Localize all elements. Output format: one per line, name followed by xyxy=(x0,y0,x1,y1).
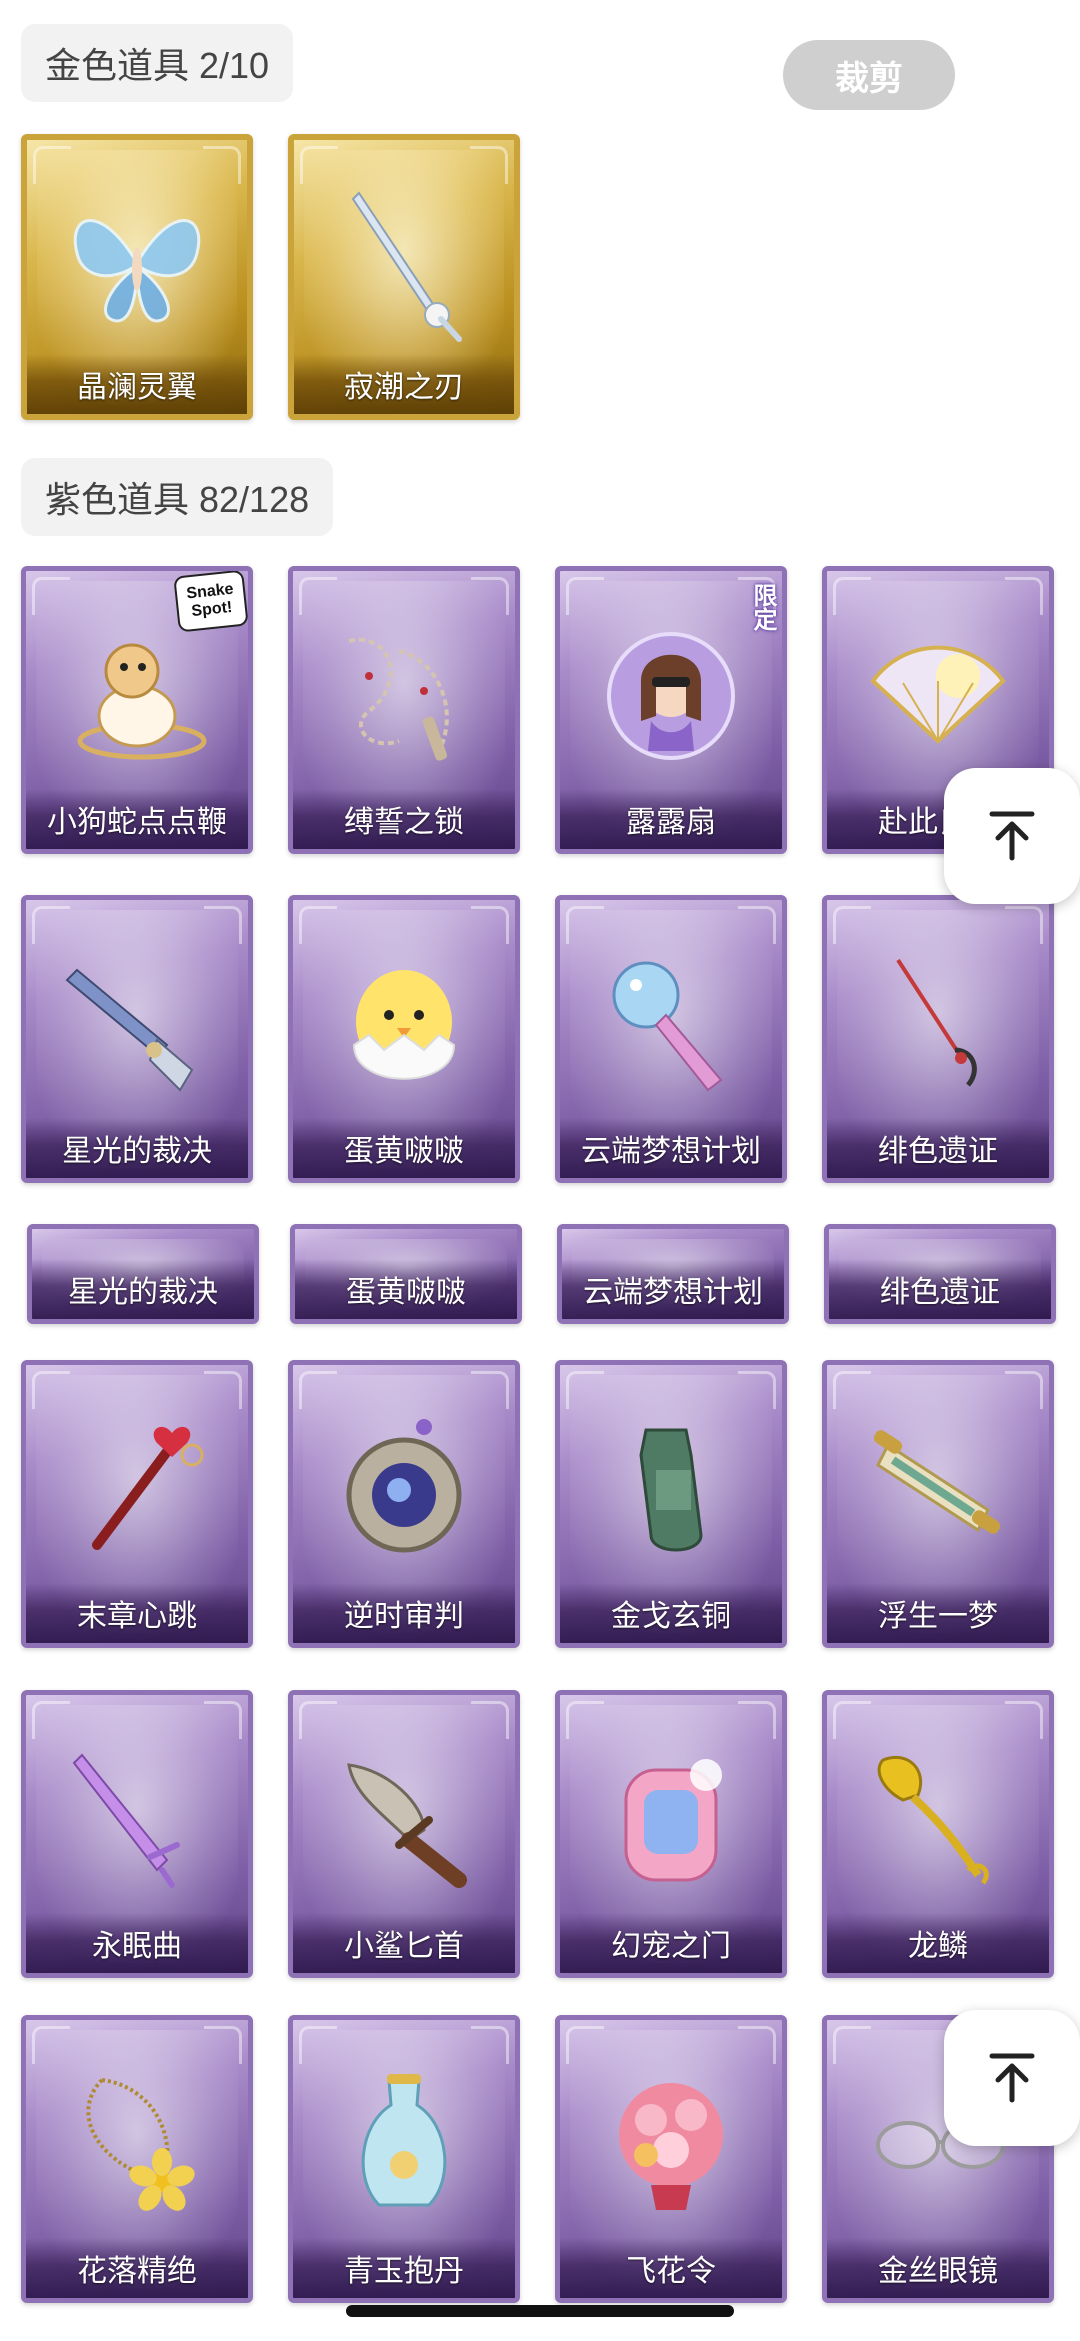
item-label: 露露扇 xyxy=(560,789,782,849)
item-label: 金丝眼镜 xyxy=(827,2238,1049,2298)
item-card-purple-17[interactable]: 小鲨匕首 xyxy=(288,1690,520,1978)
item-card-purple-6[interactable]: 云端梦想计划 xyxy=(555,895,787,1183)
girl-fan-icon xyxy=(596,621,746,771)
magic-wand-icon xyxy=(596,950,746,1100)
back-to-top-icon xyxy=(989,2053,1035,2103)
purple-section-header: 紫色道具 82/128 xyxy=(21,458,334,536)
item-card-purple-8[interactable]: 星光的裁决 xyxy=(27,1224,259,1324)
item-card-purple-14[interactable]: 金戈玄铜 xyxy=(555,1360,787,1648)
chick-egg-icon xyxy=(329,950,479,1100)
item-label: 小狗蛇点点鞭 xyxy=(26,789,248,849)
item-label: 浮生一梦 xyxy=(827,1583,1049,1643)
item-card-gold-0[interactable]: 晶澜灵翼 xyxy=(21,134,253,420)
item-label: 云端梦想计划 xyxy=(560,1118,782,1178)
pocket-watch-icon xyxy=(329,1415,479,1565)
item-card-purple-2[interactable]: 限定 露露扇 xyxy=(555,566,787,854)
item-label: 晶澜灵翼 xyxy=(27,354,247,414)
item-card-purple-20[interactable]: 花落精绝 xyxy=(21,2015,253,2303)
rapier-icon xyxy=(863,950,1013,1100)
item-card-purple-1[interactable]: 缚誓之锁 xyxy=(288,566,520,854)
item-label: 蛋黄啵啵 xyxy=(295,1259,517,1319)
shark-dagger-icon xyxy=(329,1745,479,1895)
item-card-purple-11[interactable]: 绯色遗证 xyxy=(824,1224,1056,1324)
item-card-purple-4[interactable]: 星光的裁决 xyxy=(21,895,253,1183)
item-label: 绯色遗证 xyxy=(827,1118,1049,1178)
item-card-purple-18[interactable]: 幻宠之门 xyxy=(555,1690,787,1978)
item-card-purple-19[interactable]: 龙鳞 xyxy=(822,1690,1054,1978)
item-label: 幻宠之门 xyxy=(560,1913,782,1973)
item-card-purple-16[interactable]: 永眠曲 xyxy=(21,1690,253,1978)
item-card-purple-7[interactable]: 绯色遗证 xyxy=(822,895,1054,1183)
flower-necklace-icon xyxy=(62,2070,212,2220)
item-label: 末章心跳 xyxy=(26,1583,248,1643)
heart-scepter-icon xyxy=(62,1415,212,1565)
gold-section-header: 金色道具 2/10 xyxy=(21,24,294,102)
item-card-purple-21[interactable]: 青玉抱丹 xyxy=(288,2015,520,2303)
item-label: 蛋黄啵啵 xyxy=(293,1118,515,1178)
item-label: 金戈玄铜 xyxy=(560,1583,782,1643)
item-label: 青玉抱丹 xyxy=(293,2238,515,2298)
butterfly-wings-icon xyxy=(62,188,212,338)
crop-button-label: 裁剪 xyxy=(835,59,903,98)
crop-button[interactable]: 裁剪 xyxy=(783,40,955,110)
item-card-purple-9[interactable]: 蛋黄啵啵 xyxy=(290,1224,522,1324)
item-card-purple-10[interactable]: 云端梦想计划 xyxy=(557,1224,789,1324)
flower-bouquet-icon xyxy=(596,2070,746,2220)
item-label: 花落精绝 xyxy=(26,2238,248,2298)
back-to-top-icon xyxy=(989,811,1035,861)
item-label: 云端梦想计划 xyxy=(562,1259,784,1319)
back-to-top-button[interactable] xyxy=(944,768,1080,904)
item-label: 飞花令 xyxy=(560,2238,782,2298)
item-label: 缚誓之锁 xyxy=(293,789,515,849)
gold-section-title: 金色道具 2/10 xyxy=(45,45,270,86)
golden-shovel-icon xyxy=(863,1745,1013,1895)
chain-lock-icon xyxy=(329,621,479,771)
snake-whip-icon xyxy=(62,621,212,771)
crystal-sword-icon xyxy=(62,1745,212,1895)
item-card-purple-15[interactable]: 浮生一梦 xyxy=(822,1360,1054,1648)
item-label: 绯色遗证 xyxy=(829,1259,1051,1319)
back-to-top-button[interactable] xyxy=(944,2010,1080,2146)
item-card-gold-1[interactable]: 寂潮之刃 xyxy=(288,134,520,420)
item-card-purple-12[interactable]: 末章心跳 xyxy=(21,1360,253,1648)
pet-device-icon xyxy=(596,1745,746,1895)
item-card-purple-0[interactable]: Snake Spot! 小狗蛇点点鞭 xyxy=(21,566,253,854)
item-label: 星光的裁决 xyxy=(32,1259,254,1319)
shotgun-icon xyxy=(62,950,212,1100)
item-label: 寂潮之刃 xyxy=(294,354,514,414)
purple-section-title: 紫色道具 82/128 xyxy=(45,479,310,520)
blade-icon xyxy=(329,188,479,343)
scroll-icon xyxy=(863,1415,1013,1565)
item-label: 小鲨匕首 xyxy=(293,1913,515,1973)
limited-badge: 限定 xyxy=(749,583,776,631)
item-label: 龙鳞 xyxy=(827,1913,1049,1973)
home-indicator xyxy=(346,2305,734,2317)
bronze-relic-icon xyxy=(596,1415,746,1565)
golden-fan-icon xyxy=(863,621,1013,771)
item-label: 星光的裁决 xyxy=(26,1118,248,1178)
item-card-purple-22[interactable]: 飞花令 xyxy=(555,2015,787,2303)
item-card-purple-5[interactable]: 蛋黄啵啵 xyxy=(288,895,520,1183)
item-label: 逆时审判 xyxy=(293,1583,515,1643)
item-label: 永眠曲 xyxy=(26,1913,248,1973)
jade-vase-icon xyxy=(329,2070,479,2220)
snake-spot-badge: Snake Spot! xyxy=(173,571,248,633)
item-card-purple-13[interactable]: 逆时审判 xyxy=(288,1360,520,1648)
